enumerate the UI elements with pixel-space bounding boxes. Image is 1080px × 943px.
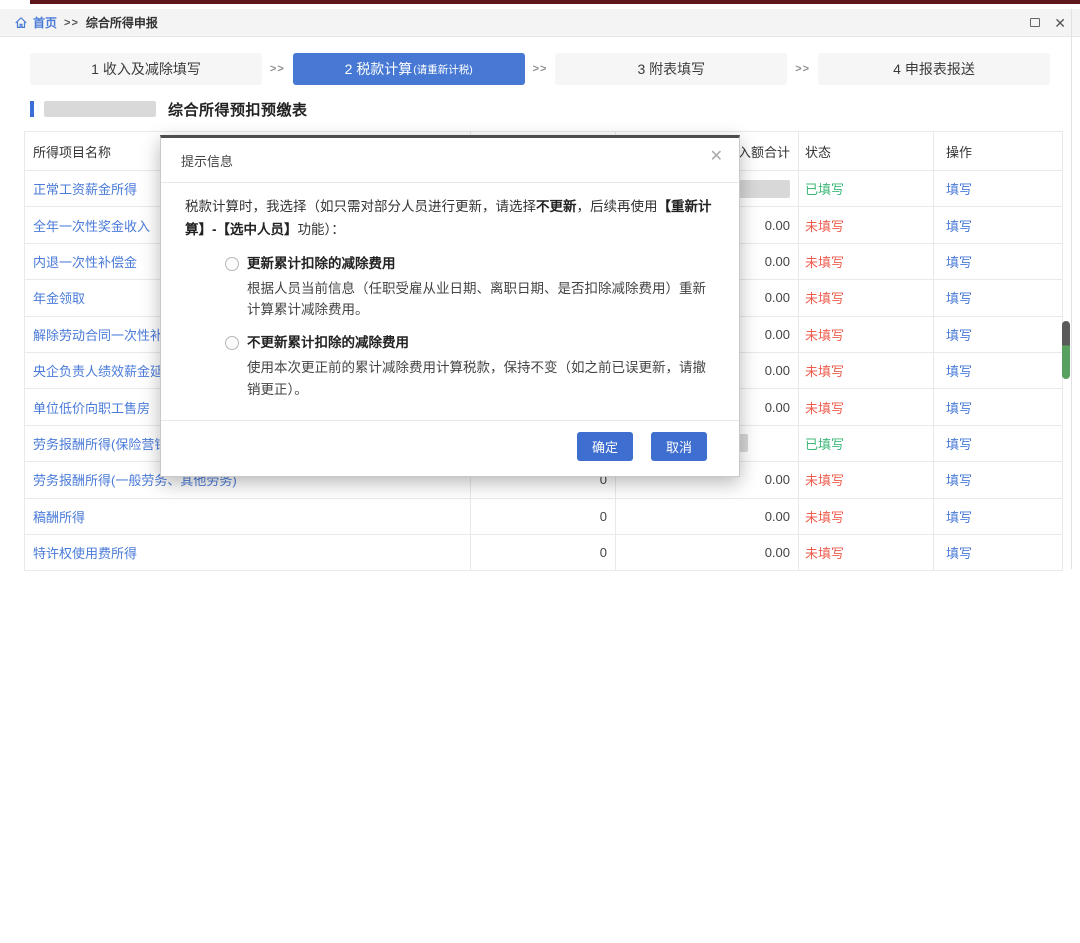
breadcrumb-current: 综合所得申报 — [86, 14, 158, 31]
app-window: 首页 >> 综合所得申报 ✕ 1 收入及减除填写 >> 2 税款计算 (请重新计… — [0, 0, 1080, 943]
redacted-company-name — [44, 101, 156, 117]
tab-label: 2 税款计算 — [345, 59, 413, 79]
section-title: 综合所得预扣预缴表 — [30, 99, 308, 119]
radio-button-icon[interactable] — [225, 257, 239, 271]
tab-label: 4 申报表报送 — [893, 59, 975, 79]
income-item-link[interactable]: 正常工资薪金所得 — [33, 182, 137, 197]
count-cell: 0 — [471, 534, 616, 570]
income-item-link[interactable]: 内退一次性补偿金 — [33, 255, 137, 270]
status-badge: 未填写 — [799, 498, 934, 534]
step-tabs: 1 收入及减除填写 >> 2 税款计算 (请重新计税) >> 3 附表填写 >>… — [30, 53, 1050, 85]
fill-action-link[interactable]: 填写 — [946, 364, 972, 379]
status-badge: 已填写 — [799, 171, 934, 207]
fill-action-link[interactable]: 填写 — [946, 255, 972, 270]
income-item-link[interactable]: 稿酬所得 — [33, 510, 85, 525]
header-action: 操作 — [934, 132, 1063, 171]
tab-step-2-tax-calc[interactable]: 2 税款计算 (请重新计税) — [293, 53, 525, 85]
breadcrumb-bar: 首页 >> 综合所得申报 ✕ — [0, 9, 1080, 37]
fill-action-link[interactable]: 填写 — [946, 182, 972, 197]
fill-action-link[interactable]: 填写 — [946, 510, 972, 525]
dialog-footer: 确定 取消 — [161, 420, 739, 476]
tab-note: (请重新计税) — [413, 62, 473, 77]
scrollbar-thumb[interactable] — [1062, 321, 1070, 379]
count-cell: 0 — [471, 498, 616, 534]
window-right-border — [1071, 9, 1072, 569]
title-accent-bar — [30, 101, 34, 117]
tab-step-1-income[interactable]: 1 收入及减除填写 — [30, 53, 262, 85]
fill-action-link[interactable]: 填写 — [946, 291, 972, 306]
radio-option-no-update[interactable]: 不更新累计扣除的减除费用 — [225, 332, 715, 355]
radio-option-update[interactable]: 更新累计扣除的减除费用 — [225, 253, 715, 276]
dialog-close-icon[interactable]: ✕ — [710, 149, 723, 165]
amount-cell: 0.00 — [616, 534, 799, 570]
tab-label: 1 收入及减除填写 — [91, 59, 201, 79]
radio-option-label: 更新累计扣除的减除费用 — [247, 253, 396, 276]
step-separator: >> — [787, 63, 818, 75]
dialog-body: 税款计算时，我选择（如只需对部分人员进行更新，请选择不更新，后续再使用【重新计算… — [161, 183, 739, 410]
status-badge: 未填写 — [799, 280, 934, 316]
status-badge: 未填写 — [799, 316, 934, 352]
status-badge: 未填写 — [799, 462, 934, 498]
tab-step-3-schedules[interactable]: 3 附表填写 — [555, 53, 787, 85]
prompt-dialog: 提示信息 ✕ 税款计算时，我选择（如只需对部分人员进行更新，请选择不更新，后续再… — [160, 135, 740, 477]
status-badge: 未填写 — [799, 352, 934, 388]
income-item-link[interactable]: 单位低价向职工售房 — [33, 401, 150, 416]
tab-step-4-submit[interactable]: 4 申报表报送 — [818, 53, 1050, 85]
step-separator: >> — [525, 63, 556, 75]
income-item-link[interactable]: 全年一次性奖金收入 — [33, 219, 150, 234]
table-row: 特许权使用费所得 00.00未填写填写 — [25, 534, 1063, 570]
radio-option-description: 根据人员当前信息（任职受雇从业日期、离职日期、是否扣除减除费用）重新计算累计减除… — [247, 278, 715, 321]
fill-action-link[interactable]: 填写 — [946, 219, 972, 234]
dialog-intro-text: 税款计算时，我选择（如只需对部分人员进行更新，请选择不更新，后续再使用【重新计算… — [185, 196, 715, 242]
tab-label: 3 附表填写 — [638, 59, 706, 79]
income-item-link[interactable]: 年金领取 — [33, 291, 85, 306]
radio-option-description: 使用本次更正前的累计减除费用计算税款，保持不变（如之前已误更新，请撤销更正）。 — [247, 357, 715, 400]
status-badge: 未填写 — [799, 534, 934, 570]
fill-action-link[interactable]: 填写 — [946, 546, 972, 561]
status-badge: 未填写 — [799, 243, 934, 279]
income-item-link[interactable]: 特许权使用费所得 — [33, 546, 137, 561]
radio-button-icon[interactable] — [225, 336, 239, 350]
status-badge: 已填写 — [799, 425, 934, 461]
fill-action-link[interactable]: 填写 — [946, 401, 972, 416]
close-icon[interactable]: ✕ — [1054, 16, 1066, 30]
table-row: 稿酬所得 00.00未填写填写 — [25, 498, 1063, 534]
status-badge: 未填写 — [799, 389, 934, 425]
header-status: 状态 — [799, 132, 934, 171]
status-badge: 未填写 — [799, 207, 934, 243]
dialog-title: 提示信息 — [181, 154, 233, 169]
amount-cell: 0.00 — [616, 498, 799, 534]
breadcrumb-home-link[interactable]: 首页 — [33, 14, 57, 31]
radio-option-label: 不更新累计扣除的减除费用 — [247, 332, 409, 355]
fill-action-link[interactable]: 填写 — [946, 437, 972, 452]
dialog-header: 提示信息 ✕ — [161, 138, 739, 183]
cancel-button[interactable]: 取消 — [651, 432, 707, 461]
fill-action-link[interactable]: 填写 — [946, 473, 972, 488]
step-separator: >> — [262, 63, 293, 75]
confirm-button[interactable]: 确定 — [577, 432, 633, 461]
fill-action-link[interactable]: 填写 — [946, 328, 972, 343]
home-icon — [14, 16, 28, 30]
breadcrumb-separator: >> — [64, 17, 79, 29]
page-title: 综合所得预扣预缴表 — [168, 99, 308, 120]
maximize-icon[interactable] — [1030, 18, 1040, 27]
window-top-accent-bar — [30, 0, 1080, 4]
